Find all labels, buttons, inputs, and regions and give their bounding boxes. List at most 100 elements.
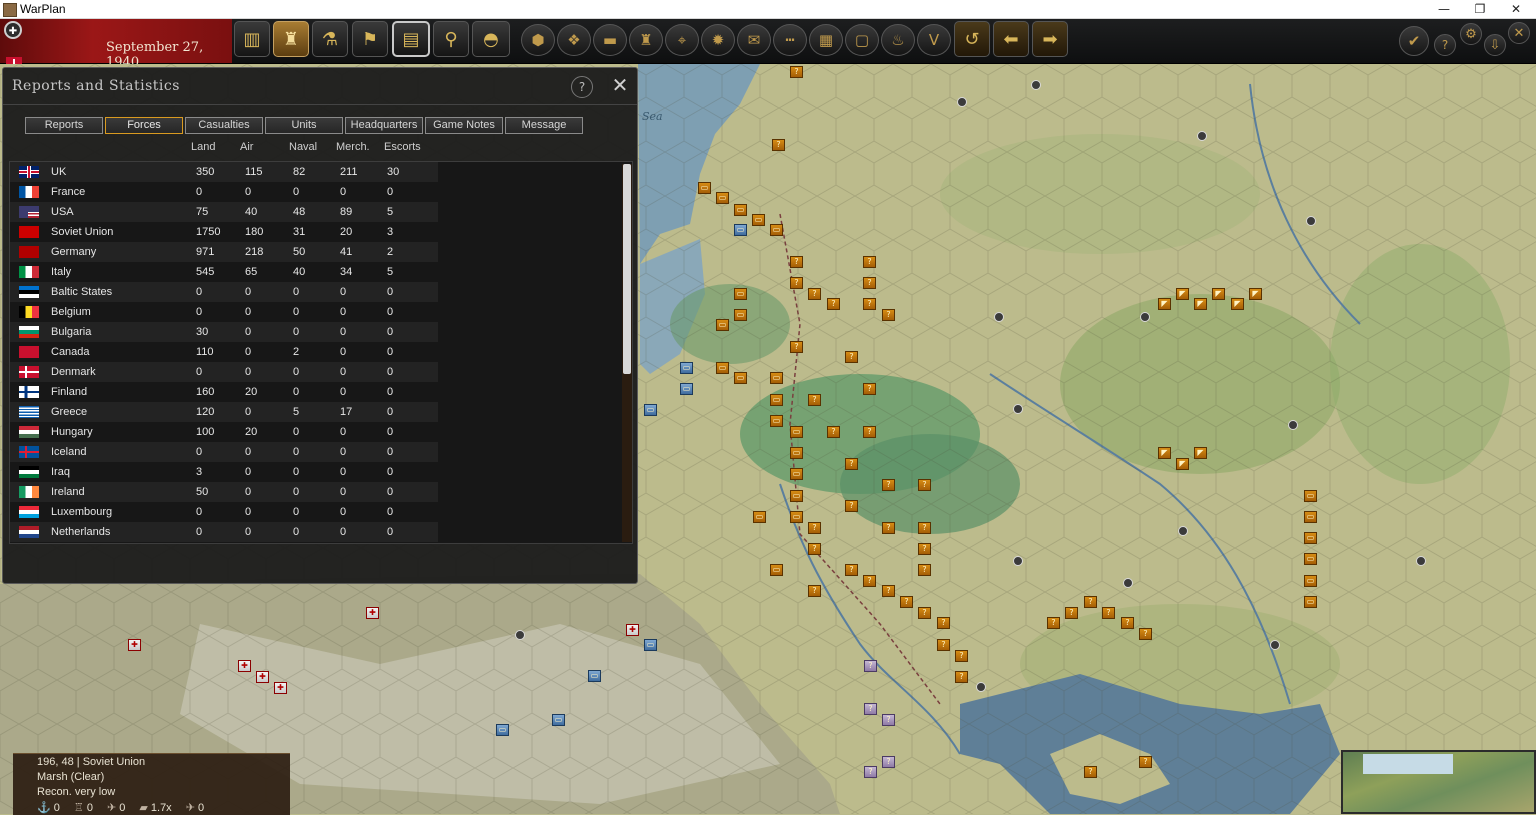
map-unit[interactable]: ? bbox=[790, 277, 803, 289]
map-unit-axis[interactable]: ✚ bbox=[626, 624, 639, 636]
map-unit[interactable]: ? bbox=[882, 585, 895, 597]
victory-button[interactable]: V bbox=[917, 24, 951, 56]
armor-filter-button[interactable]: ▬ bbox=[593, 24, 627, 56]
settings-button[interactable]: ⚙ bbox=[1460, 23, 1482, 45]
map-unit[interactable]: ? bbox=[845, 351, 858, 363]
tab-headquarters[interactable]: Headquarters bbox=[345, 117, 423, 134]
city-marker[interactable] bbox=[1140, 312, 1150, 322]
map-unit[interactable]: ▭ bbox=[734, 309, 747, 321]
map-unit[interactable]: ? bbox=[863, 383, 876, 395]
map-unit[interactable]: ? bbox=[790, 341, 803, 353]
map-unit[interactable]: ? bbox=[790, 66, 803, 78]
table-row[interactable]: Luxembourg 0 0 0 0 0 bbox=[10, 502, 438, 522]
map-unit-axis[interactable]: ✚ bbox=[128, 639, 141, 651]
close-window-button[interactable]: ✕ bbox=[1498, 0, 1534, 18]
minimize-button[interactable]: — bbox=[1426, 0, 1462, 18]
recon-button[interactable]: ⚲ bbox=[433, 21, 469, 57]
map-unit[interactable]: ◤ bbox=[1249, 288, 1262, 300]
map-unit[interactable]: ? bbox=[772, 139, 785, 151]
table-row[interactable]: Bulgaria 30 0 0 0 0 bbox=[10, 322, 438, 342]
map-unit[interactable]: ? bbox=[845, 564, 858, 576]
save-button[interactable]: ⇩ bbox=[1484, 34, 1506, 56]
map-unit[interactable]: ? bbox=[808, 543, 821, 555]
table-row[interactable]: France 0 0 0 0 0 bbox=[10, 182, 438, 202]
map-unit[interactable]: ? bbox=[845, 458, 858, 470]
map-unit[interactable]: ▭ bbox=[790, 490, 803, 502]
tab-units[interactable]: Units bbox=[265, 117, 343, 134]
map-unit[interactable]: ? bbox=[827, 298, 840, 310]
map-unit-neutral[interactable]: ? bbox=[864, 703, 877, 715]
table-row[interactable]: Netherlands 0 0 0 0 0 bbox=[10, 522, 438, 542]
exit-game-button[interactable]: ✕ bbox=[1508, 22, 1530, 44]
map-unit[interactable]: ? bbox=[1065, 607, 1078, 619]
map-unit-axis[interactable]: ▭ bbox=[644, 404, 657, 416]
map-unit[interactable]: ◤ bbox=[1158, 447, 1171, 459]
table-row[interactable]: Denmark 0 0 0 0 0 bbox=[10, 362, 438, 382]
map-unit[interactable]: ▭ bbox=[770, 372, 783, 384]
map-unit[interactable]: ? bbox=[827, 426, 840, 438]
city-marker[interactable] bbox=[1123, 578, 1133, 588]
table-row[interactable]: Baltic States 0 0 0 0 0 bbox=[10, 282, 438, 302]
tab-reports[interactable]: Reports bbox=[25, 117, 103, 134]
map-unit[interactable]: ▭ bbox=[790, 468, 803, 480]
units-button[interactable]: ♜ bbox=[273, 21, 309, 57]
map-unit[interactable]: ▭ bbox=[790, 447, 803, 459]
map-unit[interactable]: ▭ bbox=[790, 426, 803, 438]
table-row[interactable]: Iceland 0 0 0 0 0 bbox=[10, 442, 438, 462]
map-unit-axis[interactable]: ▭ bbox=[644, 639, 657, 651]
table-row[interactable]: Ireland 50 0 0 0 0 bbox=[10, 482, 438, 502]
grid-button[interactable]: ▦ bbox=[809, 24, 843, 56]
map-unit[interactable]: ? bbox=[1084, 596, 1097, 608]
table-row[interactable]: UK 350 115 82 211 30 bbox=[10, 162, 438, 182]
hexes-mode-button[interactable]: ❖ bbox=[557, 24, 591, 56]
map-unit[interactable]: ? bbox=[845, 500, 858, 512]
leaders-button[interactable]: ◓ bbox=[472, 21, 510, 57]
map-unit[interactable]: ◤ bbox=[1194, 298, 1207, 310]
city-marker[interactable] bbox=[1013, 404, 1023, 414]
map-unit[interactable]: ▭ bbox=[752, 214, 765, 226]
map-unit[interactable]: ? bbox=[900, 596, 913, 608]
map-unit[interactable]: ▭ bbox=[716, 362, 729, 374]
tab-message[interactable]: Message bbox=[505, 117, 583, 134]
map-unit-axis[interactable]: ✚ bbox=[274, 682, 287, 694]
restore-button[interactable]: ❐ bbox=[1462, 0, 1498, 18]
map-unit[interactable]: ▭ bbox=[770, 394, 783, 406]
city-marker[interactable] bbox=[1306, 216, 1316, 226]
table-row[interactable]: Finland 160 20 0 0 0 bbox=[10, 382, 438, 402]
map-unit[interactable]: ? bbox=[955, 671, 968, 683]
map-unit[interactable]: ? bbox=[918, 479, 931, 491]
map-unit-neutral[interactable]: ? bbox=[882, 756, 895, 768]
frame-button[interactable]: ▢ bbox=[845, 24, 879, 56]
undo-button[interactable]: ↺ bbox=[954, 21, 990, 57]
table-scrollbar[interactable] bbox=[622, 164, 632, 542]
table-row[interactable]: Hungary 100 20 0 0 0 bbox=[10, 422, 438, 442]
map-unit[interactable]: ? bbox=[808, 585, 821, 597]
map-unit[interactable]: ▭ bbox=[698, 182, 711, 194]
dialog-close-button[interactable]: ✕ bbox=[609, 74, 631, 96]
map-unit[interactable]: ▭ bbox=[1304, 511, 1317, 523]
map-unit-neutral[interactable]: ? bbox=[882, 714, 895, 726]
map-unit[interactable]: ? bbox=[918, 522, 931, 534]
map-unit-axis[interactable]: ✚ bbox=[256, 671, 269, 683]
map-unit[interactable]: ▭ bbox=[770, 564, 783, 576]
map-unit[interactable]: ? bbox=[863, 575, 876, 587]
map-unit[interactable]: ▭ bbox=[790, 511, 803, 523]
map-unit[interactable]: ? bbox=[1139, 628, 1152, 640]
map-unit[interactable]: ? bbox=[882, 479, 895, 491]
city-marker[interactable] bbox=[1178, 526, 1188, 536]
table-row[interactable]: Germany 971 218 50 41 2 bbox=[10, 242, 438, 262]
map-unit[interactable]: ▭ bbox=[770, 224, 783, 236]
reports-button[interactable]: ▤ bbox=[392, 21, 430, 57]
map-unit[interactable]: ? bbox=[790, 256, 803, 268]
map-unit[interactable]: ? bbox=[1102, 607, 1115, 619]
map-unit[interactable]: ? bbox=[882, 522, 895, 534]
map-unit[interactable]: ▭ bbox=[1304, 596, 1317, 608]
map-unit[interactable]: ◤ bbox=[1212, 288, 1225, 300]
rail-button[interactable]: ┅ bbox=[773, 24, 807, 56]
map-unit[interactable]: ◤ bbox=[1194, 447, 1207, 459]
map-unit[interactable]: ? bbox=[1047, 617, 1060, 629]
city-marker[interactable] bbox=[1416, 556, 1426, 566]
city-marker[interactable] bbox=[1270, 640, 1280, 650]
table-row[interactable]: Greece 120 0 5 17 0 bbox=[10, 402, 438, 422]
map-unit[interactable]: ◤ bbox=[1158, 298, 1171, 310]
